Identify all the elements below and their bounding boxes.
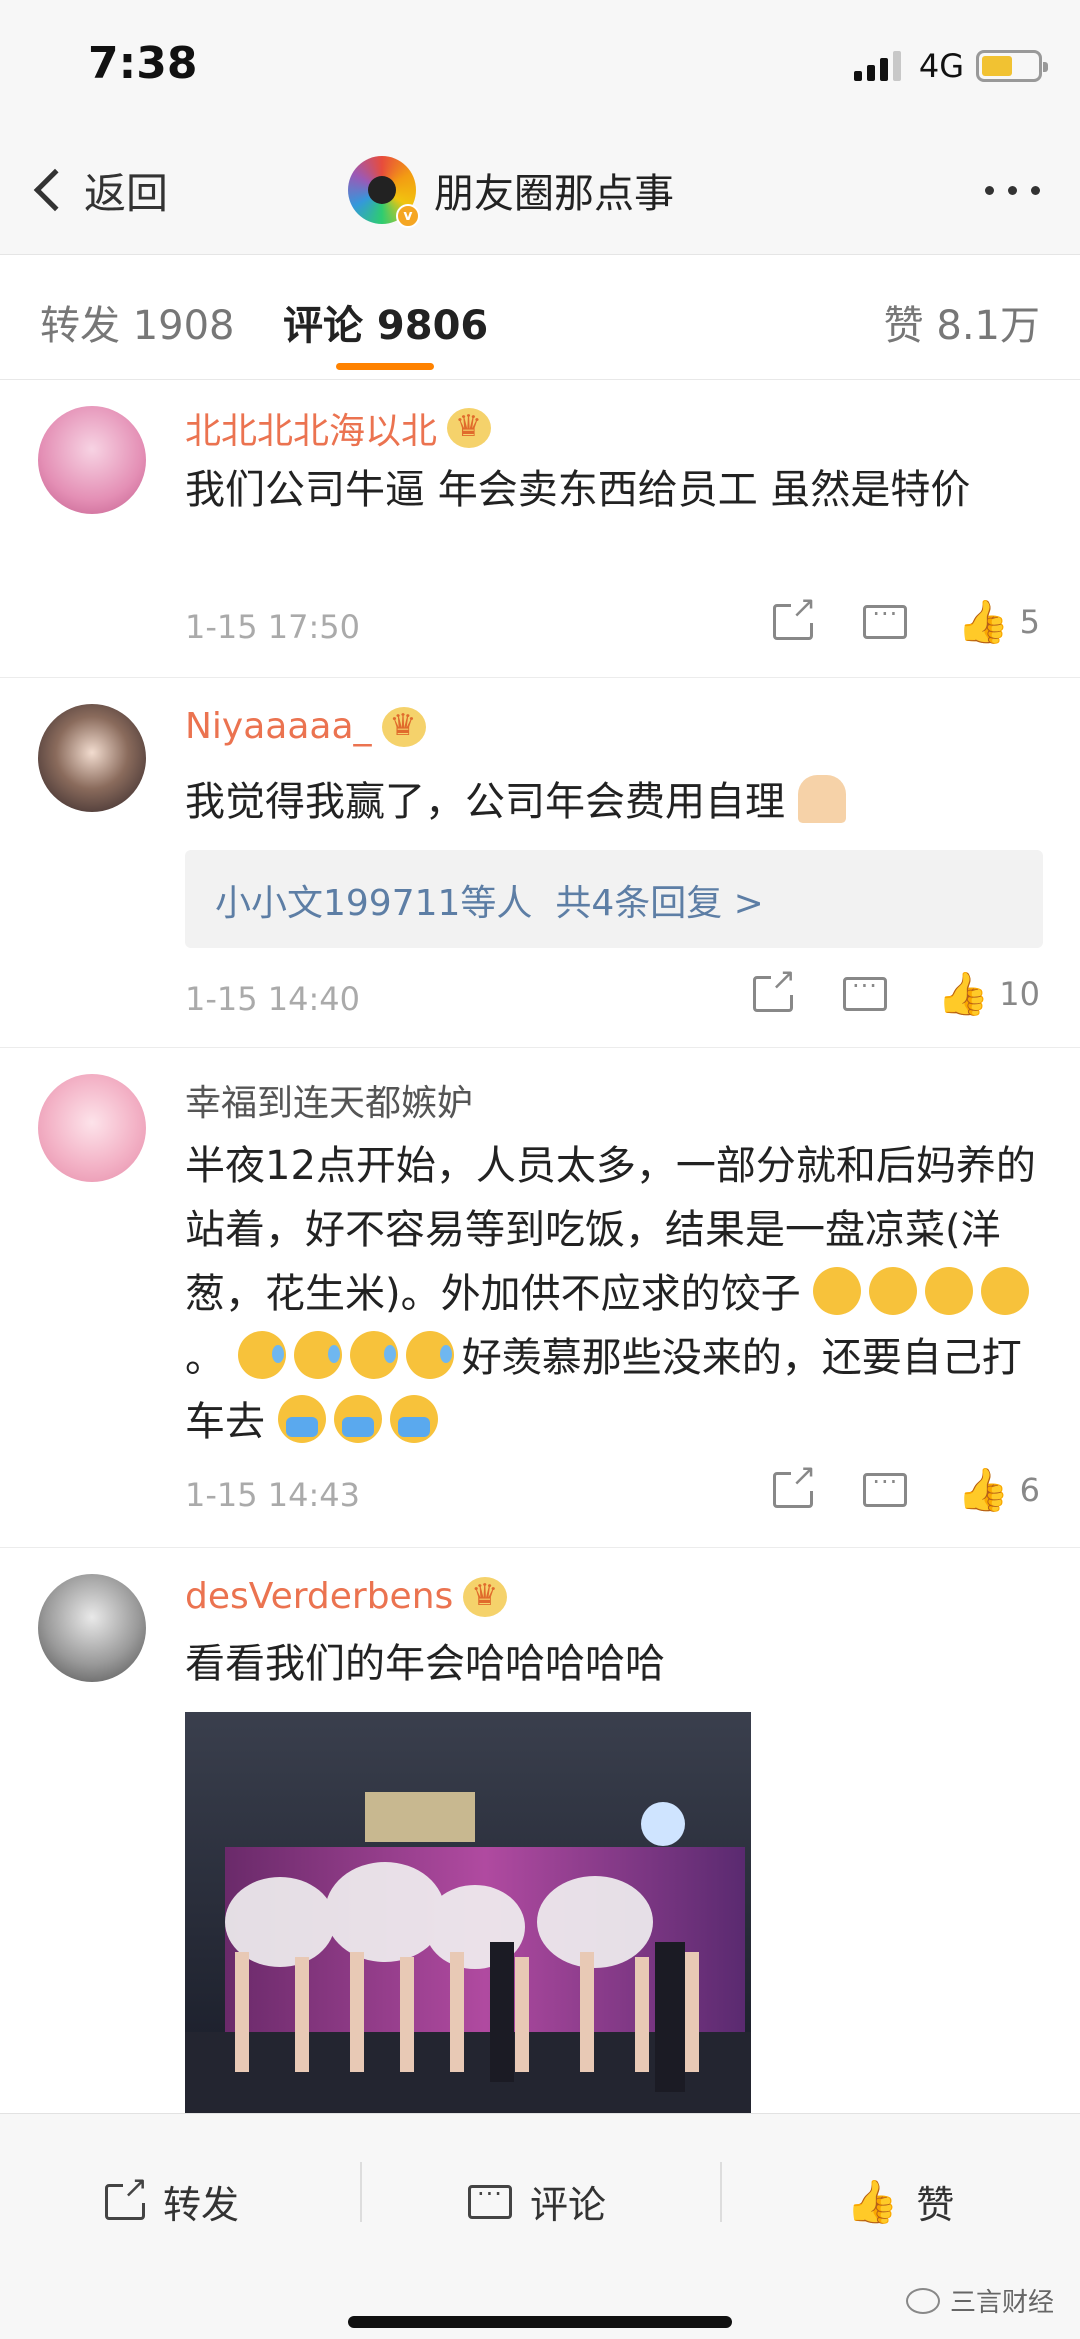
smug-emoji-icon <box>869 1267 918 1315</box>
sweat-emoji-icon <box>405 1331 454 1379</box>
avatar[interactable] <box>38 1074 146 1182</box>
tab-bar: 转发 1908 评论 9806 赞 8.1万 <box>0 255 1080 380</box>
divider <box>360 2162 362 2222</box>
comment-item: 北北北北海以北 我们公司牛逼 年会卖东西给员工 虽然是特价 1-15 17:50… <box>0 380 1080 678</box>
comment-actions: 👍10 <box>703 965 1040 1018</box>
share-icon <box>773 1461 817 1508</box>
comment-time: 1-15 14:43 <box>185 1476 361 1514</box>
status-bar: 7:38 4G <box>0 0 1080 130</box>
account-avatar: v <box>348 156 420 228</box>
comment-text: 我觉得我赢了，公司年会费用自理 <box>185 770 1045 834</box>
sweat-emoji-icon <box>293 1331 342 1379</box>
repost-button[interactable] <box>773 1461 817 1508</box>
share-icon <box>105 2172 148 2220</box>
repost-button[interactable] <box>773 593 817 640</box>
bottom-action-bar: 转发 评论 👍 赞 三言财经 <box>0 2113 1080 2339</box>
share-icon <box>752 965 796 1012</box>
smug-emoji-icon <box>925 1267 974 1315</box>
reply-button[interactable] <box>842 972 887 1011</box>
thumbs-up-icon: 👍 <box>957 1465 1010 1514</box>
vip-crown-icon <box>381 706 426 747</box>
bottom-comment-label: 评论 <box>530 2183 607 2227</box>
repost-button[interactable] <box>752 965 796 1012</box>
sweat-emoji-icon <box>349 1331 398 1379</box>
thumbs-up-icon: 👍 <box>846 2176 899 2226</box>
watermark: 三言财经 <box>905 2282 1054 2319</box>
back-label: 返回 <box>84 168 169 218</box>
like-count: 5 <box>1019 603 1040 641</box>
crying-emoji-icon <box>277 1395 326 1443</box>
reply-button[interactable] <box>863 600 908 639</box>
crying-emoji-icon <box>389 1395 438 1443</box>
comment-item: 幸福到连天都嫉妒 半夜12点开始，人员太多，一部分就和后妈养的站着，好不容易等到… <box>0 1048 1080 1548</box>
tab-comment[interactable]: 评论 9806 <box>283 293 488 351</box>
comment-username[interactable]: desVerderbens <box>185 1576 508 1617</box>
comment-photo[interactable] <box>185 1712 751 2140</box>
vip-crown-icon <box>463 1576 508 1617</box>
account-header[interactable]: v 朋友圈那点事 <box>348 154 674 228</box>
comment-text: 我们公司牛逼 年会卖东西给员工 虽然是特价 <box>185 467 971 513</box>
bottom-comment-button[interactable]: 评论 <box>468 2174 606 2229</box>
avatar[interactable] <box>38 1574 146 1682</box>
comment-icon <box>863 600 908 639</box>
like-button[interactable]: 👍 10 <box>936 969 1040 1018</box>
like-button[interactable]: 👍 5 <box>957 597 1040 646</box>
nav-bar: 返回 v 朋友圈那点事 <box>0 130 1080 255</box>
network-type: 4G <box>918 47 964 85</box>
comment-icon <box>863 1468 908 1507</box>
comment-username[interactable]: 幸福到连天都嫉妒 <box>185 1074 473 1126</box>
comment-actions: 👍5 <box>723 593 1040 646</box>
page-title: 朋友圈那点事 <box>434 171 674 217</box>
avatar[interactable] <box>38 406 146 514</box>
comment-item: Niyaaaaa_ 我觉得我赢了，公司年会费用自理 小小文199711等人 共4… <box>0 678 1080 1048</box>
thumbs-up-icon: 👍 <box>936 969 990 1018</box>
divider <box>720 2162 722 2222</box>
status-time: 7:38 <box>88 38 198 89</box>
avatar[interactable] <box>38 704 146 812</box>
reply-summary[interactable]: 小小文199711等人 共4条回复 > <box>185 850 1043 948</box>
verified-badge-icon: v <box>396 204 420 228</box>
home-indicator[interactable] <box>348 2316 732 2328</box>
signal-icon <box>853 51 901 81</box>
comment-text: 半夜12点开始，人员太多，一部分就和后妈养的站着，好不容易等到吃饭，结果是一盘凉… <box>185 1143 1036 1445</box>
smug-emoji-icon <box>981 1267 1030 1315</box>
back-button[interactable]: 返回 <box>30 158 168 222</box>
wechat-icon <box>905 2287 940 2314</box>
tab-like[interactable]: 赞 8.1万 <box>884 293 1040 351</box>
smug-emoji-icon <box>813 1267 862 1315</box>
bottom-repost-label: 转发 <box>163 2183 240 2227</box>
status-indicators: 4G <box>853 46 1048 86</box>
party-photo-image <box>185 1712 751 2140</box>
reply-button[interactable] <box>863 1468 908 1507</box>
battery-icon <box>976 50 1048 82</box>
more-options-icon[interactable] <box>985 186 1040 195</box>
crying-emoji-icon <box>333 1395 382 1443</box>
chevron-left-icon <box>33 168 77 212</box>
pray-emoji-icon <box>797 775 846 823</box>
tab-repost[interactable]: 转发 1908 <box>40 293 235 351</box>
active-tab-indicator <box>336 363 434 370</box>
comment-time: 1-15 14:40 <box>185 980 361 1018</box>
like-count: 10 <box>999 975 1040 1013</box>
bottom-like-button[interactable]: 👍 赞 <box>846 2174 954 2229</box>
reply-users: 小小文199711等人 <box>215 883 533 924</box>
like-count: 6 <box>1019 1471 1040 1509</box>
comment-text: 看看我们的年会哈哈哈哈哈 <box>185 1641 665 1687</box>
share-icon <box>773 593 817 640</box>
bottom-repost-button[interactable]: 转发 <box>105 2172 240 2229</box>
comment-actions: 👍6 <box>723 1461 1040 1514</box>
comment-time: 1-15 17:50 <box>185 608 361 646</box>
comment-icon <box>842 972 887 1011</box>
reply-more-link[interactable]: 共4条回复 > <box>555 883 764 924</box>
thumbs-up-icon: 👍 <box>957 597 1010 646</box>
comment-icon <box>468 2180 512 2219</box>
bottom-like-label: 赞 <box>916 2183 955 2227</box>
like-button[interactable]: 👍 6 <box>957 1465 1040 1514</box>
sweat-emoji-icon <box>237 1331 286 1379</box>
comment-username[interactable]: Niyaaaaa_ <box>185 706 426 747</box>
comment-username[interactable]: 北北北北海以北 <box>185 402 492 454</box>
vip-crown-icon <box>447 408 492 448</box>
